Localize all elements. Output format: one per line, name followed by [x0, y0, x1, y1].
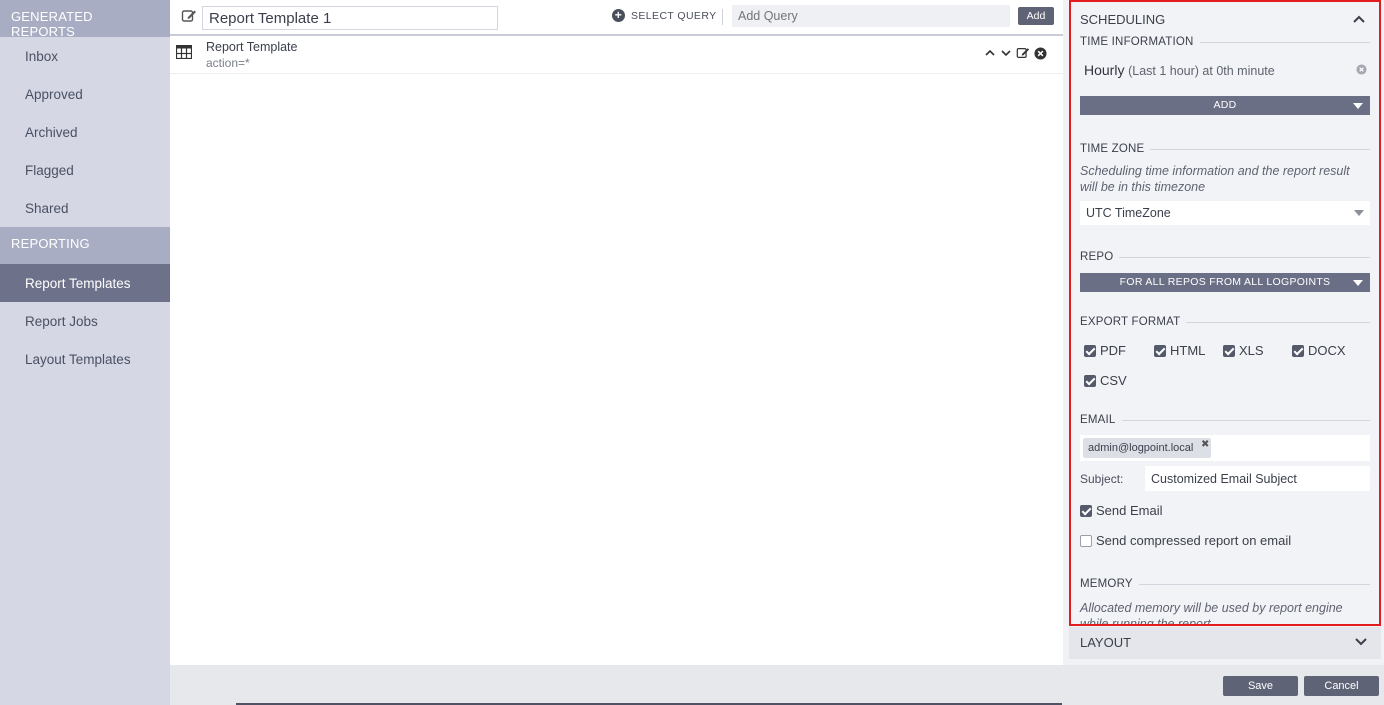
- email-tag: admin@logpoint.local ✖: [1083, 438, 1212, 458]
- table-icon: [176, 45, 192, 59]
- layout-section-header[interactable]: LAYOUT: [1069, 627, 1381, 659]
- scheduling-panel: SCHEDULING TIME INFORMATION Hourly (Last…: [1069, 0, 1381, 626]
- repo-value: FOR ALL REPOS FROM ALL LOGPOINTS: [1119, 276, 1331, 288]
- sidebar-item-layout-templates[interactable]: Layout Templates: [0, 340, 170, 378]
- save-button[interactable]: Save: [1223, 676, 1298, 696]
- cancel-button[interactable]: Cancel: [1304, 676, 1379, 696]
- sidebar-section-generated-reports: GENERATED REPORTS: [0, 0, 170, 39]
- add-query-button[interactable]: Add: [1018, 7, 1054, 25]
- sidebar-item-report-templates[interactable]: Report Templates: [0, 264, 170, 302]
- export-format-options: PDF HTML XLS DOCX CSV: [1080, 343, 1370, 388]
- add-time-dropdown[interactable]: ADD: [1080, 96, 1370, 115]
- email-recipients-input[interactable]: admin@logpoint.local ✖: [1080, 435, 1370, 461]
- send-email-checkbox[interactable]: Send Email: [1080, 503, 1370, 518]
- send-compressed-label: Send compressed report on email: [1096, 533, 1292, 548]
- time-entry-detail: (Last 1 hour) at 0th minute: [1128, 64, 1275, 78]
- time-zone-value: UTC TimeZone: [1086, 206, 1171, 220]
- chevron-down-icon[interactable]: [1355, 637, 1367, 647]
- format-html-label: HTML: [1170, 343, 1206, 358]
- divider: [722, 9, 723, 25]
- right-panel: SCHEDULING TIME INFORMATION Hourly (Last…: [1063, 0, 1384, 665]
- memory-title: MEMORY: [1080, 578, 1370, 590]
- checkbox-checked-icon: [1080, 504, 1092, 517]
- chevron-up-icon[interactable]: [984, 47, 996, 59]
- remove-time-icon[interactable]: [1356, 64, 1367, 75]
- time-entry: Hourly (Last 1 hour) at 0th minute: [1080, 48, 1370, 80]
- select-query-label: SELECT QUERY: [631, 9, 717, 22]
- email-title: EMAIL: [1080, 414, 1370, 426]
- email-section: EMAIL admin@logpoint.local ✖ Subject: Se…: [1071, 414, 1379, 548]
- chevron-up-icon[interactable]: [1353, 14, 1365, 24]
- sidebar-item-archived[interactable]: Archived: [0, 113, 170, 151]
- sidebar-item-shared[interactable]: Shared: [0, 189, 170, 227]
- export-format-title: EXPORT FORMAT: [1080, 316, 1370, 328]
- sidebar: GENERATED REPORTS Inbox Approved Archive…: [0, 0, 170, 705]
- footer: Save Cancel: [170, 665, 1384, 705]
- checkbox-checked-icon: [1292, 344, 1304, 357]
- caret-down-icon: [1353, 103, 1363, 109]
- main-content: + SELECT QUERY Add Report Template actio…: [170, 0, 1063, 665]
- sidebar-item-report-jobs[interactable]: Report Jobs: [0, 302, 170, 340]
- checkbox-checked-icon: [1223, 344, 1235, 357]
- subject-label: Subject:: [1080, 471, 1124, 486]
- time-zone-note: Scheduling time information and the repo…: [1080, 164, 1350, 194]
- format-pdf-label: PDF: [1100, 343, 1126, 358]
- template-title-input[interactable]: [202, 6, 498, 30]
- repo-section: REPO FOR ALL REPOS FROM ALL LOGPOINTS: [1071, 251, 1379, 292]
- repo-title: REPO: [1080, 251, 1370, 263]
- subject-input[interactable]: [1145, 466, 1370, 491]
- sidebar-item-approved[interactable]: Approved: [0, 75, 170, 113]
- export-format-section: EXPORT FORMAT PDF HTML XLS DOCX CSV: [1071, 316, 1379, 388]
- send-compressed-checkbox[interactable]: Send compressed report on email: [1080, 533, 1370, 548]
- format-docx-label: DOCX: [1308, 343, 1346, 358]
- subject-row: Subject:: [1080, 466, 1370, 491]
- query-name: Report Template: [206, 40, 298, 54]
- checkbox-checked-icon: [1154, 344, 1166, 357]
- add-time-label: ADD: [1213, 99, 1237, 111]
- caret-down-icon: [1354, 210, 1364, 216]
- format-xls-checkbox[interactable]: XLS: [1223, 343, 1292, 358]
- caret-down-icon: [1353, 280, 1363, 286]
- format-html-checkbox[interactable]: HTML: [1154, 343, 1223, 358]
- sidebar-item-inbox[interactable]: Inbox: [0, 37, 170, 75]
- plus-circle-icon: +: [612, 9, 625, 22]
- remove-email-icon[interactable]: ✖: [1201, 439, 1209, 450]
- scheduling-header[interactable]: SCHEDULING: [1071, 2, 1379, 38]
- format-pdf-checkbox[interactable]: PDF: [1084, 343, 1154, 358]
- checkbox-checked-icon: [1084, 374, 1096, 387]
- checkbox-unchecked-icon: [1080, 534, 1092, 547]
- time-entry-main: Hourly: [1084, 62, 1125, 78]
- email-tag-text: admin@logpoint.local: [1088, 442, 1194, 454]
- sidebar-section-reporting: REPORTING: [0, 227, 170, 264]
- format-csv-checkbox[interactable]: CSV: [1084, 373, 1154, 388]
- edit-icon: [181, 10, 196, 22]
- query-controls: [984, 46, 1047, 60]
- checkbox-checked-icon: [1084, 344, 1096, 357]
- memory-note: Allocated memory will be used by report …: [1080, 601, 1343, 626]
- query-text: action=*: [206, 56, 250, 70]
- send-email-label: Send Email: [1096, 503, 1163, 518]
- format-docx-checkbox[interactable]: DOCX: [1292, 343, 1362, 358]
- toolbar: + SELECT QUERY Add: [170, 0, 1063, 36]
- time-zone-select[interactable]: UTC TimeZone: [1080, 201, 1370, 225]
- edit-query-icon[interactable]: [1016, 46, 1030, 60]
- time-information-section: TIME INFORMATION Hourly (Last 1 hour) at…: [1071, 36, 1379, 115]
- layout-title: LAYOUT: [1080, 635, 1132, 650]
- query-row: Report Template action=*: [170, 36, 1063, 74]
- time-zone-section: TIME ZONE Scheduling time information an…: [1071, 143, 1379, 225]
- format-xls-label: XLS: [1239, 343, 1264, 358]
- time-zone-title: TIME ZONE: [1080, 143, 1370, 155]
- chevron-down-icon[interactable]: [1000, 47, 1012, 59]
- sidebar-item-flagged[interactable]: Flagged: [0, 151, 170, 189]
- time-information-title: TIME INFORMATION: [1080, 36, 1370, 48]
- select-query-button[interactable]: + SELECT QUERY: [612, 9, 717, 22]
- format-csv-label: CSV: [1100, 373, 1127, 388]
- repo-dropdown[interactable]: FOR ALL REPOS FROM ALL LOGPOINTS: [1080, 273, 1370, 292]
- add-query-input[interactable]: [732, 5, 1010, 27]
- remove-query-icon[interactable]: [1034, 46, 1047, 60]
- scheduling-title: SCHEDULING: [1080, 12, 1166, 27]
- memory-section: MEMORY Allocated memory will be used by …: [1071, 578, 1379, 626]
